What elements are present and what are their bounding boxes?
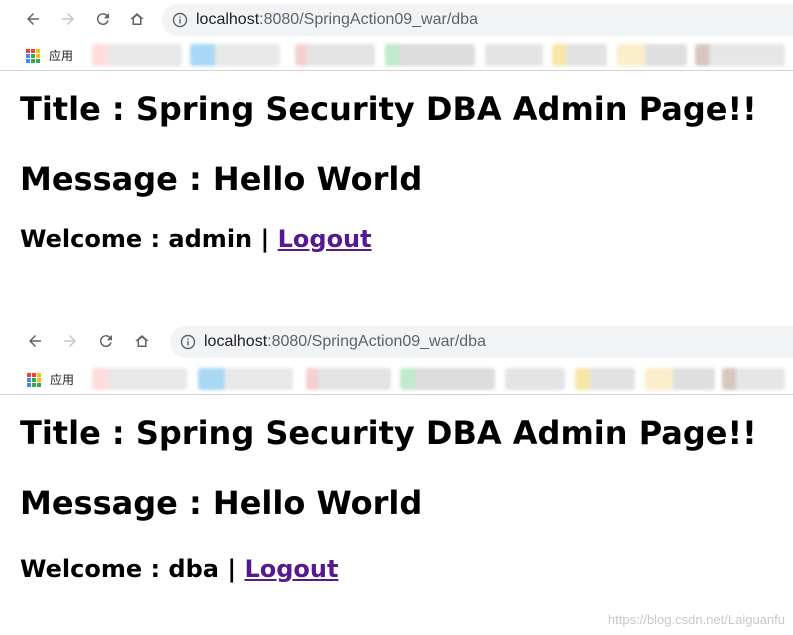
welcome-text: Welcome : dba |	[20, 555, 245, 583]
home-icon[interactable]	[126, 8, 148, 30]
blurred-bookmark[interactable]	[645, 368, 715, 390]
blurred-bookmark[interactable]	[617, 44, 687, 66]
blurred-bookmark[interactable]	[695, 44, 785, 66]
url-path: :8080/SpringAction09_war/dba	[259, 11, 478, 28]
blurred-bookmark[interactable]	[198, 368, 293, 390]
blurred-bookmark[interactable]	[505, 368, 565, 390]
page-message: Message : Hello World	[20, 160, 423, 198]
apps-shortcut[interactable]: 应用	[26, 47, 73, 64]
blurred-bookmark[interactable]	[385, 44, 475, 66]
welcome-line: Welcome : dba | Logout	[20, 552, 338, 586]
url-text[interactable]: localhost:8080/SpringAction09_war/dba	[196, 11, 478, 29]
page-title: Title : Spring Security DBA Admin Page!!	[20, 90, 757, 128]
forward-arrow-icon[interactable]	[57, 8, 79, 30]
page-message: Message : Hello World	[20, 484, 423, 522]
watermark: https://blog.csdn.net/Laiguanfu	[607, 612, 785, 627]
blurred-bookmark[interactable]	[295, 44, 375, 66]
bookmarks-bar: 应用	[0, 364, 793, 395]
welcome-text: Welcome : admin |	[20, 225, 278, 253]
apps-grid-icon	[26, 48, 40, 63]
url-host: localhost	[204, 333, 268, 350]
logout-link[interactable]: Logout	[244, 555, 338, 583]
address-bar[interactable]: localhost:8080/SpringAction09_war/dba	[170, 326, 793, 358]
blurred-bookmark[interactable]	[722, 368, 785, 390]
back-arrow-icon[interactable]	[22, 8, 44, 30]
url-path: :8080/SpringAction09_war/dba	[267, 333, 486, 350]
apps-label: 应用	[49, 49, 74, 63]
blurred-bookmark[interactable]	[400, 368, 495, 390]
apps-shortcut[interactable]: 应用	[27, 371, 74, 388]
info-icon[interactable]	[172, 12, 188, 28]
url-host: localhost	[196, 11, 260, 28]
apps-label: 应用	[50, 373, 75, 387]
browser-screenshot-dba: localhost:8080/SpringAction09_war/dba 应用…	[0, 322, 793, 622]
browser-toolbar: localhost:8080/SpringAction09_war/dba	[0, 0, 793, 40]
browser-toolbar: localhost:8080/SpringAction09_war/dba	[0, 322, 793, 362]
reload-icon[interactable]	[92, 8, 114, 30]
browser-screenshot-admin: localhost:8080/SpringAction09_war/dba 应用…	[0, 0, 793, 300]
blurred-bookmark[interactable]	[306, 368, 391, 390]
blurred-bookmark[interactable]	[575, 368, 635, 390]
blurred-bookmark[interactable]	[552, 44, 607, 66]
blurred-bookmark[interactable]	[92, 44, 182, 66]
page-title: Title : Spring Security DBA Admin Page!!	[20, 414, 757, 452]
blurred-bookmark[interactable]	[190, 44, 280, 66]
logout-link[interactable]: Logout	[278, 225, 372, 253]
reload-icon[interactable]	[95, 330, 117, 352]
bookmarks-bar: 应用	[0, 40, 793, 71]
url-text[interactable]: localhost:8080/SpringAction09_war/dba	[204, 333, 486, 351]
forward-arrow-icon[interactable]	[59, 330, 81, 352]
blurred-bookmark[interactable]	[485, 44, 543, 66]
welcome-line: Welcome : admin | Logout	[20, 222, 372, 256]
address-bar[interactable]: localhost:8080/SpringAction09_war/dba	[162, 4, 793, 36]
info-icon[interactable]	[180, 334, 196, 350]
home-icon[interactable]	[131, 330, 153, 352]
apps-grid-icon	[27, 372, 41, 387]
blurred-bookmark[interactable]	[92, 368, 187, 390]
back-arrow-icon[interactable]	[24, 330, 46, 352]
